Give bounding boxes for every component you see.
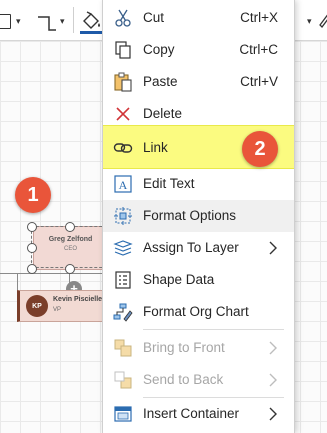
bring-to-front-icon bbox=[114, 339, 132, 357]
chevron-down-icon[interactable]: ▾ bbox=[60, 16, 65, 27]
resize-handle[interactable] bbox=[27, 264, 37, 274]
menu-item-label: Assign To Layer bbox=[143, 240, 239, 255]
menu-item-assign-to-layer[interactable]: Assign To Layer bbox=[103, 232, 294, 264]
line-pen-icon[interactable] bbox=[317, 9, 327, 31]
menu-item-cut[interactable]: Cut Ctrl+X bbox=[103, 2, 294, 34]
org-connector-left bbox=[17, 273, 18, 290]
avatar: KP bbox=[26, 295, 48, 317]
menu-item-shape-data[interactable]: Shape Data bbox=[103, 264, 294, 296]
menu-item-label: Format Options bbox=[143, 208, 237, 223]
submenu-arrow-icon bbox=[269, 373, 277, 387]
menu-item-shortcut: Ctrl+V bbox=[240, 74, 278, 89]
menu-item-label: Copy bbox=[143, 42, 175, 57]
menu-item-paste[interactable]: Paste Ctrl+V bbox=[103, 66, 294, 98]
submenu-arrow-icon bbox=[269, 241, 277, 255]
menu-item-send-to-back[interactable]: Send to Back bbox=[103, 364, 294, 396]
toolbar-divider bbox=[73, 7, 74, 33]
menu-item-label: Cut bbox=[143, 10, 165, 25]
menu-item-label: Insert Container bbox=[143, 406, 240, 421]
resize-handle[interactable] bbox=[65, 222, 75, 232]
copy-icon bbox=[115, 41, 131, 59]
org-chart-icon bbox=[113, 303, 133, 322]
chevron-down-icon[interactable]: ▾ bbox=[307, 16, 312, 27]
org-connector-horizontal bbox=[0, 273, 102, 274]
connector-elbow-icon[interactable] bbox=[36, 12, 58, 34]
scissors-icon bbox=[115, 9, 131, 27]
menu-item-insert-container[interactable]: Insert Container bbox=[103, 398, 294, 430]
selection-frame bbox=[31, 226, 107, 268]
menu-item-edit-text[interactable]: A Edit Text bbox=[103, 168, 294, 200]
callout-badge-1: 1 bbox=[15, 177, 51, 213]
context-menu: Cut Ctrl+X Copy Ctrl+C Paste Ctrl+V Dele… bbox=[102, 0, 295, 433]
submenu-arrow-icon bbox=[269, 407, 277, 421]
resize-handle[interactable] bbox=[27, 243, 37, 253]
edit-text-icon: A bbox=[114, 175, 132, 193]
rectangle-shape-icon[interactable] bbox=[0, 14, 11, 29]
layers-icon bbox=[113, 240, 133, 256]
paste-icon bbox=[114, 72, 132, 92]
menu-item-shortcut: Ctrl+C bbox=[239, 42, 278, 57]
menu-item-copy[interactable]: Copy Ctrl+C bbox=[103, 34, 294, 66]
callout-badge-2: 2 bbox=[242, 131, 278, 167]
menu-item-shortcut: Ctrl+X bbox=[240, 10, 278, 25]
menu-item-label: Paste bbox=[143, 74, 178, 89]
vp-title: VP bbox=[53, 307, 62, 313]
menu-item-label: Send to Back bbox=[143, 372, 224, 387]
menu-item-label: Format Org Chart bbox=[143, 304, 249, 319]
resize-handle[interactable] bbox=[65, 264, 75, 274]
chevron-down-icon[interactable]: ▾ bbox=[16, 16, 21, 27]
menu-separator bbox=[143, 329, 284, 330]
send-to-back-icon bbox=[114, 371, 132, 389]
resize-handle[interactable] bbox=[27, 222, 37, 232]
vp-name: Kevin Piscielle bbox=[53, 296, 103, 303]
delete-x-icon bbox=[116, 107, 130, 121]
fill-bucket-icon[interactable] bbox=[79, 9, 103, 35]
menu-item-label: Shape Data bbox=[143, 272, 215, 287]
menu-item-format-org-chart[interactable]: Format Org Chart bbox=[103, 296, 294, 328]
format-options-icon bbox=[114, 207, 132, 225]
menu-item-label: Edit Text bbox=[143, 176, 195, 191]
menu-item-format-options[interactable]: Format Options bbox=[103, 200, 294, 232]
shape-data-icon bbox=[115, 271, 131, 289]
menu-item-label: Link bbox=[143, 140, 168, 155]
container-icon bbox=[114, 406, 132, 422]
menu-item-bring-to-front[interactable]: Bring to Front bbox=[103, 332, 294, 364]
link-icon bbox=[113, 143, 133, 153]
svg-text:A: A bbox=[119, 178, 128, 192]
menu-item-label: Bring to Front bbox=[143, 340, 225, 355]
submenu-arrow-icon bbox=[269, 341, 277, 355]
